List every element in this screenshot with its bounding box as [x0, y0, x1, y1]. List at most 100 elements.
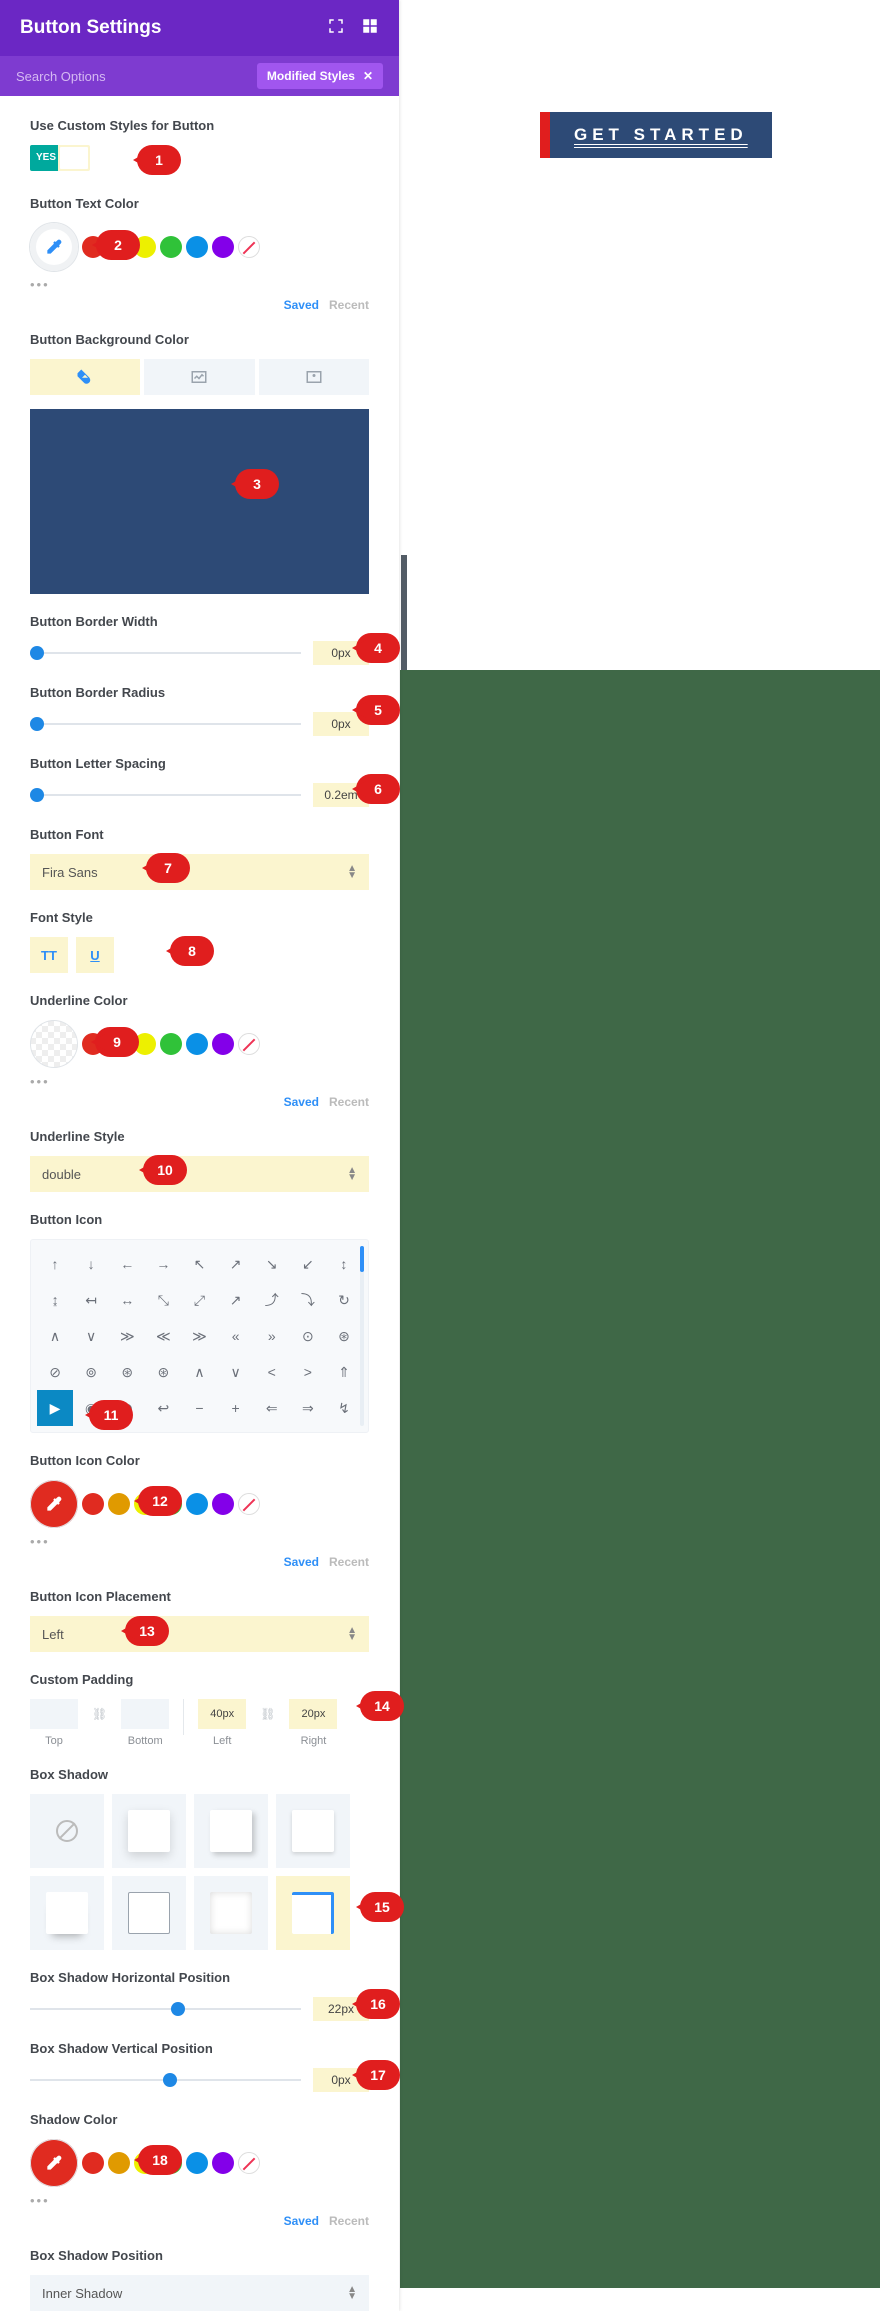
icon-cell[interactable]: ⊚: [73, 1354, 109, 1390]
input-padding-top[interactable]: [30, 1699, 78, 1729]
font-style-underline[interactable]: U: [76, 937, 114, 973]
tab-recent[interactable]: Recent: [329, 1095, 369, 1109]
tab-saved[interactable]: Saved: [284, 1095, 319, 1109]
shadow-preset[interactable]: [194, 1794, 268, 1868]
icon-cell[interactable]: ⊙: [290, 1318, 326, 1354]
search-options[interactable]: Search Options: [16, 69, 106, 84]
swatch[interactable]: [160, 1033, 182, 1055]
slider-shadow-h[interactable]: [30, 2008, 301, 2010]
icon-cell[interactable]: ↔: [109, 1282, 145, 1318]
swatch-none[interactable]: [238, 1493, 260, 1515]
icon-cell[interactable]: +: [218, 1390, 254, 1426]
bg-image-tab[interactable]: [259, 359, 369, 395]
swatch[interactable]: [186, 1493, 208, 1515]
eyedropper-icon[interactable]: [30, 223, 78, 271]
swatch[interactable]: [82, 2152, 104, 2174]
icon-cell[interactable]: ↗: [218, 1282, 254, 1318]
icon-cell[interactable]: −: [181, 1390, 217, 1426]
more-icon[interactable]: •••: [30, 1534, 369, 1549]
icon-cell[interactable]: ↓: [73, 1246, 109, 1282]
icon-cell[interactable]: «: [218, 1318, 254, 1354]
icon-cell[interactable]: ←: [109, 1246, 145, 1282]
swatch[interactable]: [82, 1493, 104, 1515]
link-icon[interactable]: ⛓: [92, 1699, 107, 1721]
tab-recent[interactable]: Recent: [329, 1555, 369, 1569]
icon-cell[interactable]: ⤢: [181, 1282, 217, 1318]
swatch[interactable]: [212, 1493, 234, 1515]
icon-cell[interactable]: ↘: [254, 1246, 290, 1282]
link-icon[interactable]: ⛓: [260, 1699, 275, 1721]
toggle-custom-styles[interactable]: YES: [30, 145, 90, 171]
bg-solid-tab[interactable]: [30, 359, 140, 395]
preview-button[interactable]: GET STARTED: [540, 112, 772, 158]
icon-cell[interactable]: ⤴: [254, 1282, 290, 1318]
close-icon[interactable]: ✕: [363, 69, 373, 83]
select-icon-placement[interactable]: Left ▲▼: [30, 1616, 369, 1652]
icon-cell[interactable]: ↩: [145, 1390, 181, 1426]
icon-cell[interactable]: ↕: [326, 1246, 362, 1282]
slider-border-width[interactable]: [30, 652, 301, 654]
icon-cell[interactable]: ↨: [37, 1282, 73, 1318]
swatch-green[interactable]: [160, 236, 182, 258]
icon-cell[interactable]: ⇒: [290, 1390, 326, 1426]
tab-recent[interactable]: Recent: [329, 298, 369, 312]
expand-icon[interactable]: [327, 17, 345, 35]
swatch-none[interactable]: [238, 1033, 260, 1055]
icon-cell[interactable]: ↯: [326, 1390, 362, 1426]
scrollbar[interactable]: [401, 555, 407, 670]
slider-border-radius[interactable]: [30, 723, 301, 725]
swatch-none[interactable]: [238, 2152, 260, 2174]
icon-cell[interactable]: >: [290, 1354, 326, 1390]
input-padding-right[interactable]: 20px: [289, 1699, 337, 1729]
icon-cell[interactable]: ≪: [145, 1318, 181, 1354]
tab-saved[interactable]: Saved: [284, 1555, 319, 1569]
shadow-preset-selected[interactable]: [276, 1876, 350, 1950]
icon-cell[interactable]: ∨: [218, 1354, 254, 1390]
shadow-none[interactable]: [30, 1794, 104, 1868]
shadow-color-current[interactable]: [30, 2139, 78, 2187]
icon-cell[interactable]: ⊛: [145, 1354, 181, 1390]
icon-cell[interactable]: ≫: [181, 1318, 217, 1354]
font-style-caps[interactable]: TT: [30, 937, 68, 973]
icon-cell[interactable]: ≫: [109, 1318, 145, 1354]
more-icon[interactable]: •••: [30, 277, 369, 292]
icon-scrollbar[interactable]: [360, 1246, 364, 1272]
icon-cell[interactable]: →: [145, 1246, 181, 1282]
shadow-preset[interactable]: [112, 1794, 186, 1868]
icon-cell[interactable]: ∧: [181, 1354, 217, 1390]
shadow-preset[interactable]: [30, 1876, 104, 1950]
swatch[interactable]: [212, 1033, 234, 1055]
icon-cell[interactable]: ∧: [37, 1318, 73, 1354]
icon-cell[interactable]: ⇐: [254, 1390, 290, 1426]
input-padding-left[interactable]: 40px: [198, 1699, 246, 1729]
underline-color-current[interactable]: [30, 1020, 78, 1068]
swatch-purple[interactable]: [212, 236, 234, 258]
tab-saved[interactable]: Saved: [284, 298, 319, 312]
swatch-none[interactable]: [238, 236, 260, 258]
icon-cell[interactable]: ↻: [326, 1282, 362, 1318]
icon-cell[interactable]: ⤡: [145, 1282, 181, 1318]
swatch-blue[interactable]: [186, 236, 208, 258]
icon-cell[interactable]: ⤵: [290, 1282, 326, 1318]
swatch[interactable]: [186, 2152, 208, 2174]
more-icon[interactable]: •••: [30, 2193, 369, 2208]
icon-cell[interactable]: ↤: [73, 1282, 109, 1318]
icon-cell[interactable]: ↑: [37, 1246, 73, 1282]
modified-styles-badge[interactable]: Modified Styles ✕: [257, 63, 383, 89]
slider-letter-spacing[interactable]: [30, 794, 301, 796]
swatch[interactable]: [186, 1033, 208, 1055]
shadow-preset[interactable]: [194, 1876, 268, 1950]
select-font[interactable]: Fira Sans ▲▼: [30, 854, 369, 890]
icon-cell[interactable]: ⇑: [326, 1354, 362, 1390]
tab-recent[interactable]: Recent: [329, 2214, 369, 2228]
icon-cell[interactable]: ⊛: [326, 1318, 362, 1354]
select-shadow-position[interactable]: Inner Shadow ▲▼: [30, 2275, 369, 2311]
icon-cell[interactable]: ⊘: [37, 1354, 73, 1390]
shadow-preset[interactable]: [276, 1794, 350, 1868]
icon-cell[interactable]: »: [254, 1318, 290, 1354]
icon-cell[interactable]: ▶: [37, 1390, 73, 1426]
icon-cell[interactable]: ↗: [218, 1246, 254, 1282]
shadow-preset[interactable]: [112, 1876, 186, 1950]
icon-cell[interactable]: ∨: [73, 1318, 109, 1354]
icon-cell[interactable]: <: [254, 1354, 290, 1390]
